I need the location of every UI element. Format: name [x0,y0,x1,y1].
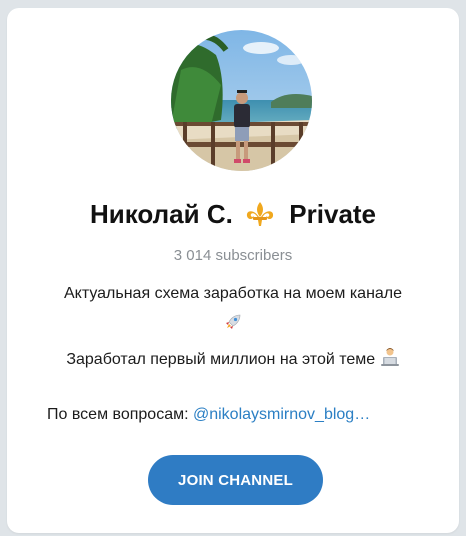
channel-name: Николай С. [89,199,233,229]
contact-prefix: По всем вопросам: [47,406,193,423]
description-line-1: Актуальная схема заработка на моем канал… [63,285,403,302]
laptop-person-icon [380,348,399,366]
channel-title: Николай С. Private [7,198,459,230]
description-line-2: Заработал первый миллион на этой теме [7,347,459,369]
description-rocket-row [7,312,459,334]
avatar-photo [171,30,312,171]
subscriber-count: 3 014 subscribers [173,247,293,264]
description-line-2-text: Заработал первый миллион на этой теме [66,351,376,368]
contact-line: По всем вопросам: @nikolaysmirnov_blog… [47,406,370,424]
fleur-de-lis-icon [246,202,274,226]
channel-private-label: Private [289,199,377,229]
channel-avatar[interactable] [171,30,312,171]
channel-card: Николай С. Private 3 014 subscribers Акт… [7,8,459,533]
rocket-icon [226,314,241,329]
contact-link[interactable]: @nikolaysmirnov_blog… [193,406,370,423]
join-channel-button[interactable]: JOIN CHANNEL [148,455,323,505]
